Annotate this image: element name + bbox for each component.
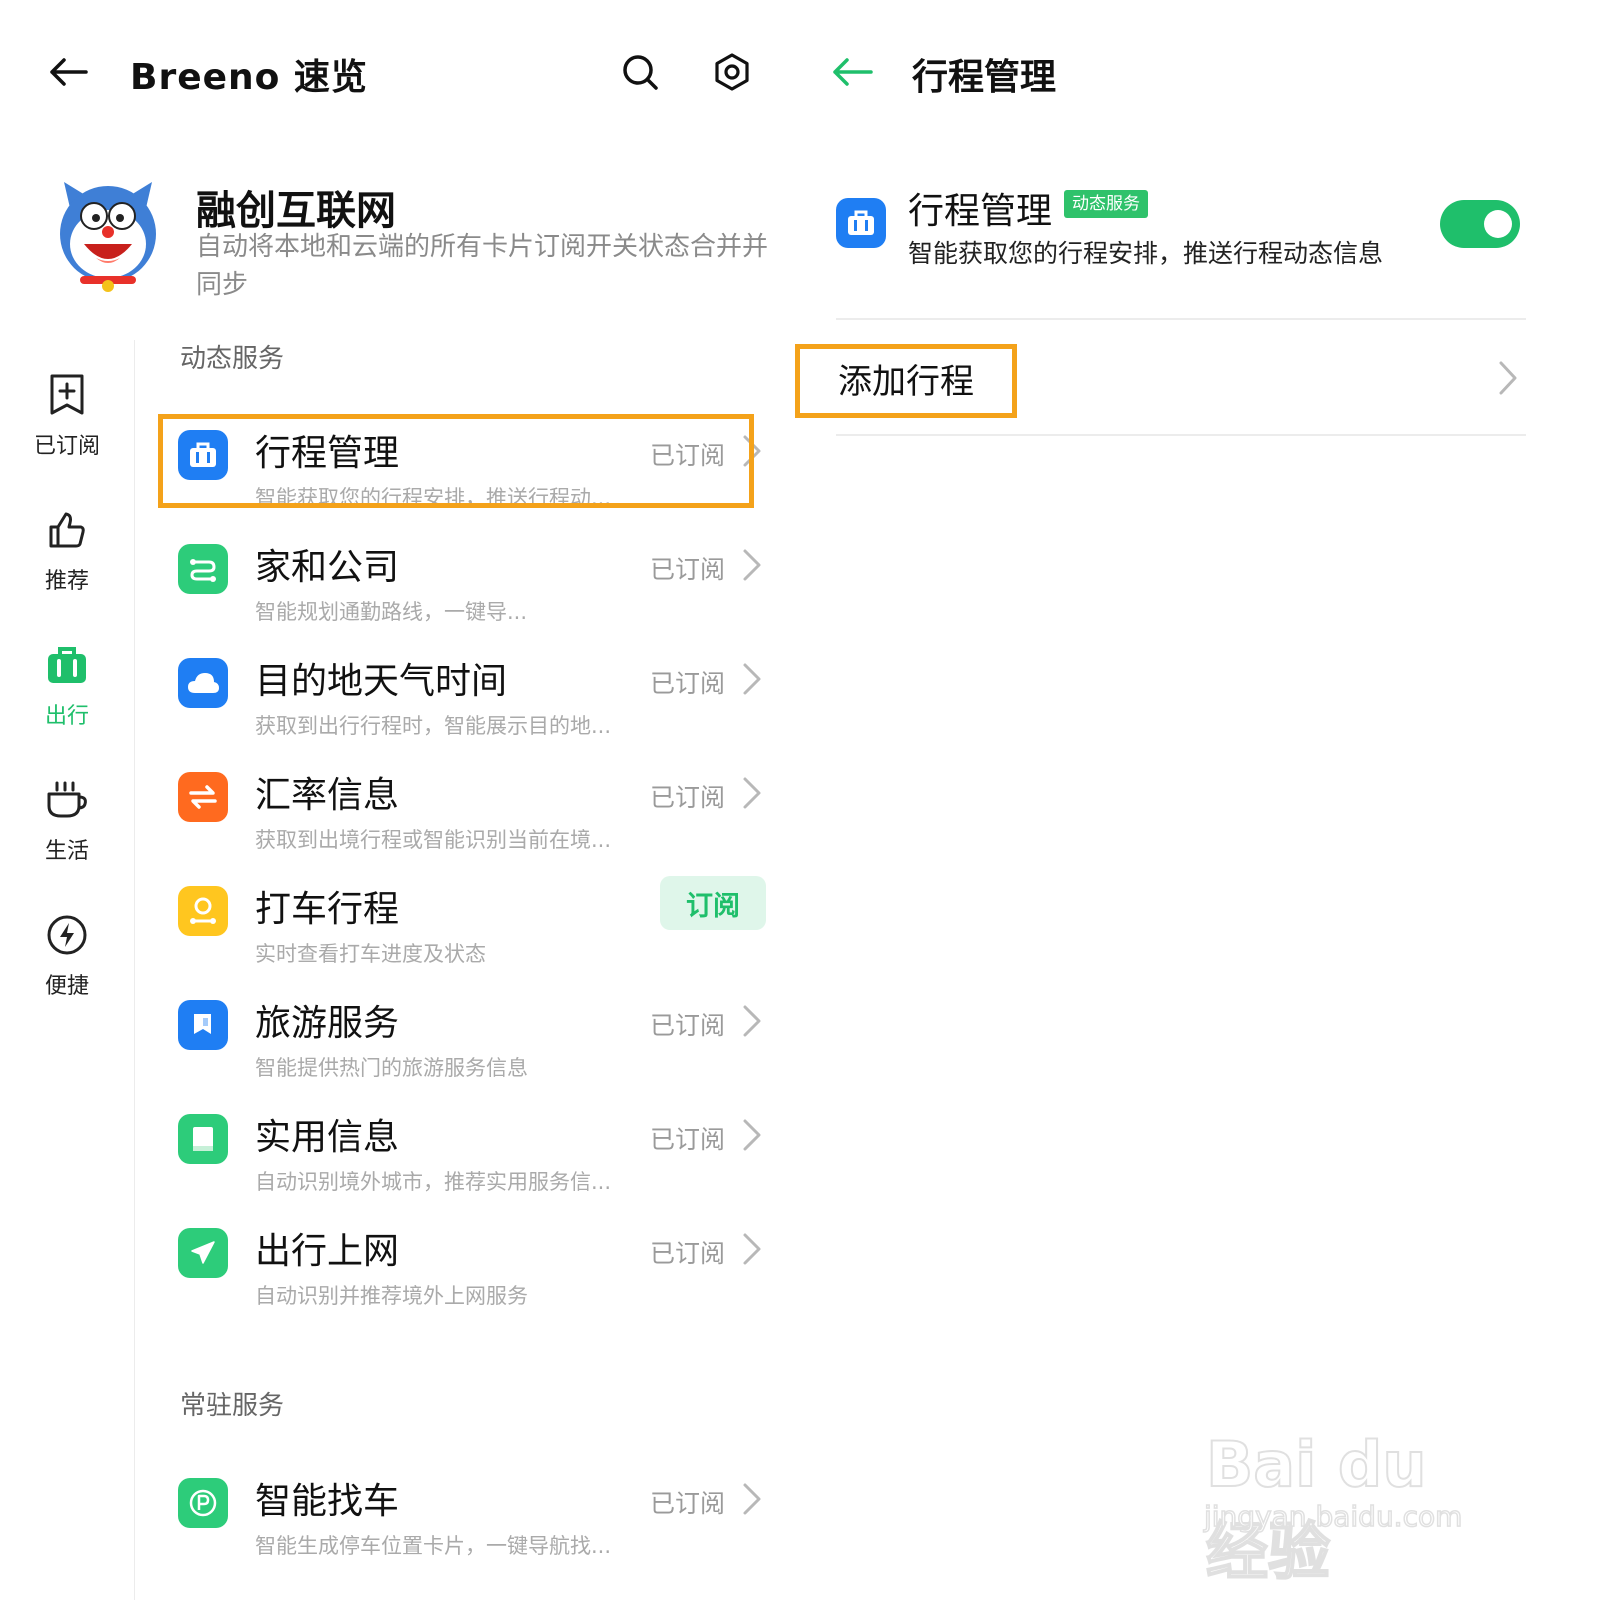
chevron-right-icon — [743, 663, 761, 695]
airplane-icon — [178, 1228, 228, 1278]
back-button[interactable] — [40, 44, 96, 100]
exchange-icon — [178, 772, 228, 822]
service-row-taxi[interactable]: 打车行程 实时查看打车进度及状态 订阅 — [160, 876, 770, 986]
service-description: 实时查看打车进度及状态 — [255, 942, 486, 966]
service-title: 家和公司 — [255, 547, 400, 588]
section-title-resident: 常驻服务 — [180, 1391, 285, 1421]
service-description: 智能提供热门的旅游服务信息 — [255, 1056, 528, 1080]
thumbs-up-icon — [49, 512, 85, 548]
subscription-toggle[interactable] — [1440, 200, 1520, 248]
service-title: 汇率信息 — [255, 775, 400, 816]
service-row-practical-info[interactable]: 实用信息 自动识别境外城市，推荐实用服务信... 已订阅 — [160, 1104, 770, 1214]
toggle-knob — [1484, 210, 1512, 238]
dynamic-service-badge: 动态服务 — [1064, 190, 1148, 218]
subscribe-button[interactable]: 订阅 — [660, 876, 766, 930]
sidebar-item-shortcut[interactable]: 便捷 — [0, 910, 134, 1030]
service-description: 自动识别并推荐境外上网服务 — [255, 1284, 528, 1308]
book-icon — [178, 1114, 228, 1164]
sidebar-item-recommend[interactable]: 推荐 — [0, 505, 134, 625]
service-title: 目的地天气时间 — [255, 661, 508, 702]
service-row-travel-internet[interactable]: 出行上网 自动识别并推荐境外上网服务 已订阅 — [160, 1218, 770, 1328]
chevron-right-icon — [743, 1233, 761, 1265]
hexagon-settings-icon — [715, 53, 749, 91]
sidebar-item-travel[interactable]: 出行 — [0, 640, 134, 760]
route-icon — [178, 544, 228, 594]
page-title: 行程管理 — [912, 57, 1057, 98]
profile-description: 自动将本地和云端的所有卡片订阅开关状态合并并同步 — [196, 232, 769, 300]
subscription-status: 已订阅 — [650, 1489, 726, 1518]
service-description: 智能规划通勤路线，一键导... — [255, 600, 528, 624]
lightning-icon — [47, 915, 87, 955]
service-title: 旅游服务 — [255, 1003, 400, 1044]
suitcase-icon — [48, 647, 86, 683]
parking-icon — [178, 1478, 228, 1528]
sidebar-item-label: 推荐 — [44, 569, 89, 594]
service-description: 获取到出境行程或智能识别当前在境... — [255, 828, 612, 852]
service-row-exchange-rate[interactable]: 汇率信息 获取到出境行程或智能识别当前在境... 已订阅 — [160, 762, 770, 872]
bookmark-plus-icon — [50, 374, 84, 415]
chevron-right-icon — [743, 1005, 761, 1037]
service-title: 行程管理 — [908, 191, 1053, 232]
subscription-status: 已订阅 — [650, 1239, 726, 1268]
subscription-status: 已订阅 — [650, 1125, 726, 1154]
services-panel: Breeno 速览 融创互联网 自动将本地和云端的所有卡片订阅开关状态合并并同步… — [0, 0, 800, 1600]
coffee-cup-icon — [47, 781, 87, 818]
highlight-box — [158, 414, 754, 508]
arrow-left-icon — [833, 58, 873, 86]
divider — [836, 318, 1526, 320]
sidebar-item-label: 出行 — [44, 704, 89, 729]
chevron-right-icon — [743, 549, 761, 581]
cartoon-cat-avatar-icon — [60, 182, 156, 292]
service-detail-card: 行程管理 动态服务 智能获取您的行程安排，推送行程动态信息 — [836, 182, 1526, 282]
service-row-home-office[interactable]: 家和公司 智能规划通勤路线，一键导... 已订阅 — [160, 534, 770, 644]
sidebar-divider — [134, 340, 135, 1600]
service-row-find-car[interactable]: 智能找车 智能生成停车位置卡片，一键导航找... 已订阅 — [160, 1468, 770, 1578]
subscription-status: 已订阅 — [650, 783, 726, 812]
arrow-left-icon — [50, 58, 88, 86]
chevron-right-icon — [743, 777, 761, 809]
watermark-url: jingyan.baidu.com — [1203, 1499, 1463, 1534]
sidebar-item-label: 生活 — [44, 839, 89, 864]
baidu-watermark: Bai du 经验 jingyan.baidu.com — [1200, 1400, 1500, 1589]
service-description: 智能生成停车位置卡片，一键导航找... — [255, 1534, 612, 1558]
search-icon — [623, 55, 658, 90]
add-trip-row[interactable]: 添加行程 — [795, 340, 1530, 420]
service-description: 智能获取您的行程安排，推送行程动态信息 — [908, 239, 1384, 268]
top-app-bar: 行程管理 — [800, 30, 1600, 114]
chevron-right-icon — [743, 1483, 761, 1515]
location-pin-icon — [178, 886, 228, 936]
subscription-status: 已订阅 — [650, 1011, 726, 1040]
trip-management-panel: 行程管理 行程管理 动态服务 智能获取您的行程安排，推送行程动态信息 添加行程 — [795, 0, 1600, 1600]
subscription-status: 已订阅 — [650, 669, 726, 698]
cloud-icon — [178, 658, 228, 708]
service-description: 获取到出行行程时，智能展示目的地... — [255, 714, 612, 738]
app-title: Breeno 速览 — [130, 57, 368, 98]
avatar[interactable] — [50, 178, 166, 294]
service-row-travel-service[interactable]: 旅游服务 智能提供热门的旅游服务信息 已订阅 — [160, 990, 770, 1100]
settings-button[interactable] — [704, 44, 760, 100]
service-row-destination-weather[interactable]: 目的地天气时间 获取到出行行程时，智能展示目的地... 已订阅 — [160, 648, 770, 758]
subscription-status: 已订阅 — [650, 555, 726, 584]
service-title: 智能找车 — [255, 1481, 400, 1522]
sidebar-item-label: 已订阅 — [33, 434, 100, 459]
back-button[interactable] — [822, 44, 882, 100]
flag-icon — [178, 1000, 228, 1050]
top-app-bar: Breeno 速览 — [0, 30, 800, 114]
sidebar-item-life[interactable]: 生活 — [0, 775, 134, 895]
divider — [836, 434, 1526, 436]
search-button[interactable] — [612, 44, 668, 100]
add-trip-label: 添加行程 — [838, 362, 974, 402]
service-description: 自动识别境外城市，推荐实用服务信... — [255, 1170, 612, 1194]
sidebar-item-subscribed[interactable]: 已订阅 — [0, 370, 134, 490]
sidebar-item-label: 便捷 — [44, 974, 89, 999]
profile-card[interactable]: 融创互联网 自动将本地和云端的所有卡片订阅开关状态合并并同步 — [50, 178, 780, 308]
suitcase-icon — [836, 198, 886, 248]
service-title: 出行上网 — [255, 1231, 400, 1272]
service-title: 实用信息 — [255, 1117, 400, 1158]
chevron-right-icon — [743, 1119, 761, 1151]
service-title: 打车行程 — [255, 889, 400, 930]
chevron-right-icon — [1499, 361, 1517, 395]
section-title-dynamic: 动态服务 — [180, 344, 285, 374]
